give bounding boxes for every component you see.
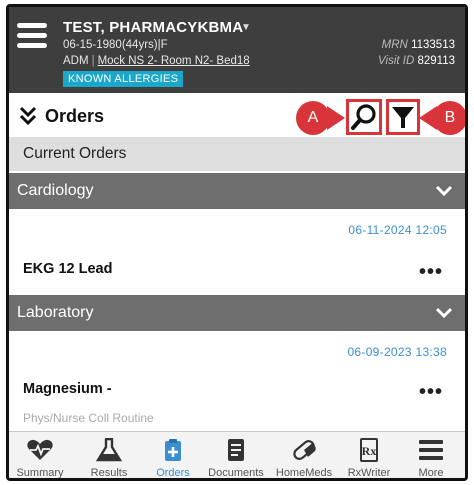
patient-dropdown-caret-icon[interactable]: ▼ xyxy=(241,22,251,33)
filter-icon xyxy=(392,107,414,128)
visit-id-label: Visit ID xyxy=(378,55,415,67)
rx-icon: Rx xyxy=(360,438,378,462)
heart-pulse-icon xyxy=(27,439,53,460)
patient-dob-sex: 06-15-1980(44yrs)|F xyxy=(63,39,168,51)
callout-a-arrow xyxy=(327,106,345,130)
patient-banner[interactable]: TEST, PHARMACYKBMA ▼ 06-15-1980(44yrs)|F… xyxy=(9,7,465,93)
pill-icon xyxy=(293,440,316,460)
order-item-ekg[interactable]: 06-11-2024 12:05 EKG 12 Lead ••• xyxy=(9,209,465,294)
app-frame: TEST, PHARMACYKBMA ▼ 06-15-1980(44yrs)|F… xyxy=(6,4,468,481)
search-button[interactable] xyxy=(346,99,382,135)
tab-label: RxWriter xyxy=(347,467,391,479)
mrn-value: 1133513 xyxy=(411,39,455,51)
tab-label: Documents xyxy=(208,467,264,479)
hamburger-menu-icon[interactable] xyxy=(17,23,47,53)
tab-label: HomeMeds xyxy=(275,467,333,479)
callout-a-marker: A xyxy=(296,101,330,135)
tab-label: Orders xyxy=(156,467,190,479)
visit-id-value: 829113 xyxy=(417,55,455,67)
flask-icon xyxy=(95,438,123,462)
more-options-icon[interactable]: ••• xyxy=(419,381,443,404)
mrn-label: MRN xyxy=(381,39,408,51)
order-date: 06-11-2024 12:05 xyxy=(348,223,447,237)
order-detail: Phys/Nurse Coll Routine xyxy=(23,411,154,425)
callout-b-marker: B xyxy=(433,101,465,135)
svg-text:Rx: Rx xyxy=(362,444,377,458)
page-title: Orders xyxy=(45,106,105,126)
order-date: 06-09-2023 13:38 xyxy=(347,345,447,359)
location-separator: | xyxy=(91,55,95,67)
patient-location-line: ADM | Mock NS 2- Room N2- Bed18 xyxy=(63,55,250,67)
tab-summary[interactable]: Summary xyxy=(9,432,71,479)
section-header-laboratory[interactable]: Laboratory xyxy=(9,295,465,331)
tab-label: Results xyxy=(90,467,128,479)
tab-label: Summary xyxy=(16,467,64,479)
search-icon xyxy=(351,104,376,130)
filter-button[interactable] xyxy=(386,99,420,135)
current-orders-label: Current Orders xyxy=(23,145,127,162)
tab-results[interactable]: Results xyxy=(79,432,139,479)
orders-toolbar: Orders A B xyxy=(9,97,465,137)
patient-room-link[interactable]: Mock NS 2- Room N2- Bed18 xyxy=(98,55,250,67)
tab-rxwriter[interactable]: Rx RxWriter xyxy=(339,432,399,479)
clipboard-plus-icon xyxy=(165,439,181,461)
current-orders-header: Current Orders xyxy=(9,137,465,171)
section-header-cardiology[interactable]: Cardiology xyxy=(9,173,465,209)
document-icon xyxy=(228,439,244,461)
more-options-icon[interactable]: ••• xyxy=(419,261,443,284)
section-name: Laboratory xyxy=(17,304,94,321)
tab-homemeds[interactable]: HomeMeds xyxy=(271,432,337,479)
bottom-tab-bar: Summary Results Orders Documents HomeMed… xyxy=(9,431,465,479)
tab-orders[interactable]: Orders xyxy=(145,432,201,479)
chevron-down-icon[interactable] xyxy=(435,183,453,199)
mrn-line: MRN 1133513 xyxy=(382,39,455,51)
order-name: EKG 12 Lead xyxy=(23,261,113,277)
tab-documents[interactable]: Documents xyxy=(203,432,269,479)
chevron-down-icon[interactable] xyxy=(435,305,453,321)
known-allergies-badge[interactable]: KNOWN ALLERGIES xyxy=(63,71,184,87)
collapse-chevron-icon[interactable] xyxy=(19,105,37,127)
tab-more[interactable]: More xyxy=(401,432,461,479)
visit-id-line: Visit ID 829113 xyxy=(378,55,455,67)
section-name: Cardiology xyxy=(17,182,94,199)
order-name: Magnesium - xyxy=(23,381,112,397)
patient-name[interactable]: TEST, PHARMACYKBMA xyxy=(63,19,243,36)
tab-label: More xyxy=(418,467,444,479)
encounter-type: ADM xyxy=(63,55,89,67)
menu-icon xyxy=(419,440,443,460)
order-item-magnesium[interactable]: 06-09-2023 13:38 Magnesium - ••• Phys/Nu… xyxy=(9,331,465,431)
